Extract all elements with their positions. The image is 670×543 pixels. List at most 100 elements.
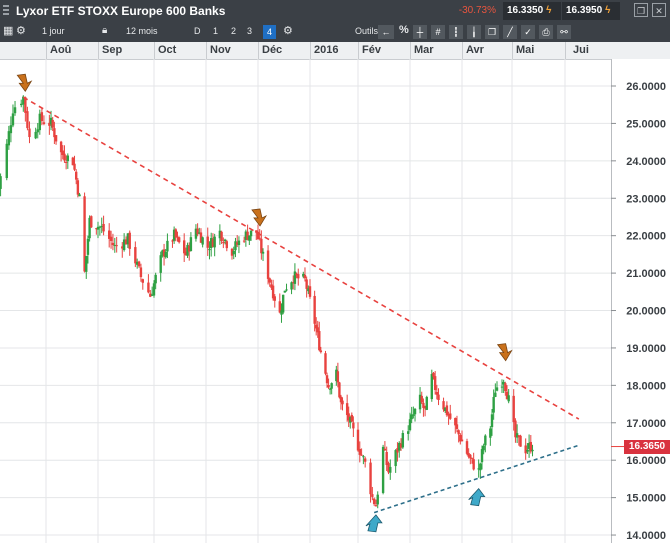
time-axis-divider — [462, 42, 463, 59]
time-tick-label: Jui — [573, 44, 589, 56]
candle-body — [432, 372, 435, 377]
top-marker-icon — [16, 73, 33, 92]
candle-body — [381, 446, 385, 493]
trendline-layer — [22, 96, 580, 514]
time-tick-label: Fév — [362, 44, 381, 56]
time-axis-divider — [410, 42, 411, 59]
candle-body — [182, 240, 186, 254]
time-axis-divider — [358, 42, 359, 59]
close-icon[interactable]: ✕ — [652, 3, 666, 17]
bid-price: 16.3350 — [507, 5, 544, 16]
candle-body — [413, 408, 417, 415]
candlestick-series — [0, 95, 534, 509]
price-tick-label: 26.0000 — [626, 81, 666, 93]
period-button-d[interactable]: D — [194, 26, 201, 36]
candle-body — [484, 435, 487, 446]
candle-body — [9, 125, 13, 134]
period-button-4[interactable]: 4 — [263, 25, 276, 39]
candle-body — [189, 237, 193, 252]
candle-body — [338, 382, 341, 398]
candle-body — [222, 242, 225, 244]
candle-body — [177, 237, 181, 243]
price-tick-label: 16.0000 — [626, 455, 666, 467]
candle-body — [20, 103, 23, 106]
candle-body — [78, 194, 81, 197]
candle-body — [465, 441, 469, 454]
candle-body — [111, 242, 115, 246]
candle-body — [401, 433, 405, 448]
candle-body — [273, 296, 276, 301]
time-axis-divider — [565, 42, 566, 59]
candle-body — [469, 454, 472, 459]
grid-icon[interactable]: # — [431, 25, 445, 39]
candle-body — [425, 396, 428, 410]
candle-body — [420, 395, 423, 403]
indicator-icon[interactable]: ✓ — [521, 25, 535, 39]
candle-body — [328, 388, 332, 390]
candle-body — [206, 236, 209, 248]
windows-icon[interactable]: ❐ — [485, 25, 499, 39]
candle-body — [383, 448, 387, 451]
candle-body — [489, 428, 492, 438]
candle-body — [66, 155, 70, 162]
time-tick-label: Mai — [516, 44, 535, 56]
price-tick-label: 17.0000 — [626, 418, 666, 430]
price-chart[interactable]: 26.0000 25.0000 24.0000 23.0000 22.0000 21.00… — [0, 59, 670, 543]
settings-small-icon[interactable]: ⚙ — [283, 24, 293, 37]
time-axis-divider — [206, 42, 207, 59]
lock-icon[interactable]: 🔒︎ — [102, 25, 107, 36]
back-arrow-icon[interactable]: ← — [378, 25, 394, 39]
candle-body — [86, 238, 90, 255]
candle-body — [36, 129, 39, 133]
candle-body — [352, 422, 355, 429]
print-icon[interactable]: ⎙ — [539, 25, 553, 39]
price-tick-label: 19.0000 — [626, 343, 666, 355]
crosshair-icon[interactable]: ┼ — [413, 25, 427, 39]
candle-body — [531, 449, 534, 452]
drag-grip-icon[interactable] — [3, 5, 9, 17]
bar-chart-icon[interactable]: ╽ — [467, 25, 481, 39]
candle-body — [305, 279, 308, 289]
daily-change: -30.73% — [452, 0, 496, 22]
link-icon[interactable]: ⚯ — [557, 25, 571, 39]
price-tick-label: 21.0000 — [626, 268, 666, 280]
candle-body — [303, 274, 307, 279]
candle-body — [500, 386, 504, 388]
candle-body — [266, 250, 270, 279]
range-select[interactable]: 12 mois — [126, 26, 158, 36]
time-axis-divider — [98, 42, 99, 59]
candle-body — [449, 413, 452, 419]
ask-price-box[interactable]: 16.3950 ϟ — [562, 2, 620, 20]
candle-body — [374, 505, 378, 507]
bottom-marker-icon — [365, 514, 383, 533]
candle-body — [5, 143, 8, 179]
candle-body — [268, 278, 271, 283]
gear-icon[interactable]: ⚙ — [16, 24, 26, 37]
candle-body — [371, 494, 374, 497]
candle-body — [524, 445, 527, 454]
candle-body — [42, 122, 46, 125]
candle-body — [220, 231, 223, 241]
bolt-icon: ϟ — [605, 5, 611, 16]
period-button-3[interactable]: 3 — [247, 26, 252, 36]
candle-body — [73, 163, 76, 170]
interval-select[interactable]: 1 jour — [42, 26, 65, 36]
percent-icon[interactable]: % — [399, 24, 409, 36]
period-button-2[interactable]: 2 — [231, 26, 236, 36]
candle-body — [13, 107, 17, 114]
candle-body — [445, 405, 449, 416]
grid-menu-icon[interactable]: ▦ — [3, 24, 13, 37]
candle-body — [308, 286, 312, 297]
bid-price-box[interactable]: 16.3350 ϟ — [503, 2, 561, 20]
period-button-1[interactable]: 1 — [213, 26, 218, 36]
candle-body — [242, 240, 246, 242]
candle-body — [350, 414, 354, 422]
candle-body — [356, 429, 360, 451]
time-tick-label: Oct — [158, 44, 177, 56]
candle-body — [261, 251, 265, 254]
candle-body — [152, 283, 156, 296]
candles-icon[interactable]: ┇ — [449, 25, 463, 39]
restore-icon[interactable]: ❐ — [634, 3, 648, 17]
candle-body — [433, 376, 437, 390]
draw-line-icon[interactable]: ╱ — [503, 25, 517, 39]
